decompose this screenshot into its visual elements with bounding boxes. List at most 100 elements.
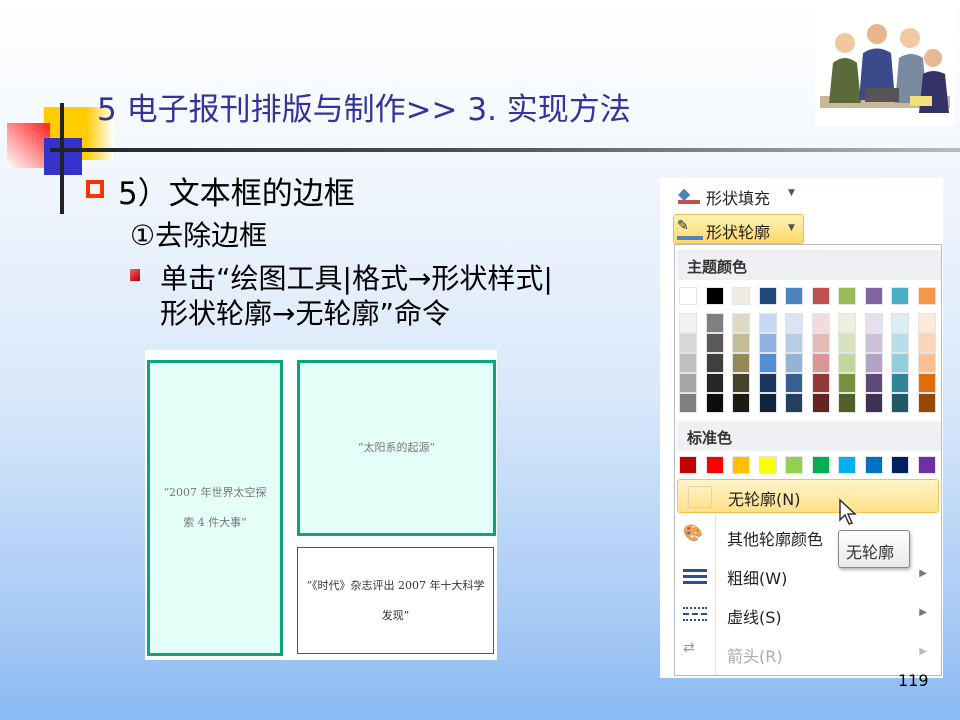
theme-shade-swatch[interactable] [917,353,936,373]
theme-shade-swatch[interactable] [838,353,856,373]
theme-shade-swatch[interactable] [758,333,777,353]
theme-shade-swatch[interactable] [917,393,936,413]
theme-shade-swatch[interactable] [917,333,936,353]
theme-shade-swatch[interactable] [705,393,724,413]
standard-color-swatch[interactable] [838,456,856,474]
standard-color-swatch[interactable] [758,456,777,474]
theme-shade-swatch[interactable] [811,353,830,373]
palette-icon: 🎨 [683,523,703,542]
shape-outline-menu-screenshot: ◆ 形状填充 ▼ ✎ 形状轮廓 ▼ 主题颜色 标准色 无轮廓(N) 🎨 其他轮廓… [660,178,943,678]
theme-shade-swatch[interactable] [811,313,830,333]
empty-swatch-icon [688,486,712,508]
standard-color-swatch[interactable] [679,456,697,474]
theme-shade-swatch[interactable] [811,333,830,353]
theme-color-swatch[interactable] [732,287,750,305]
mouse-cursor-icon [839,498,857,525]
decor-vertical-line [60,103,64,214]
menu-item-no-outline[interactable]: 无轮廓(N) [677,479,939,513]
standard-color-swatch[interactable] [785,456,803,474]
theme-shade-swatch[interactable] [891,353,909,373]
menu-item-dashes[interactable]: 虚线(S) ▶ [675,595,941,633]
theme-color-swatch[interactable] [917,287,936,305]
slide-title: 5 电子报刊排版与制作>> 3. 实现方法 [97,92,631,128]
theme-shade-swatch[interactable] [785,393,803,413]
theme-shade-swatch[interactable] [705,353,724,373]
theme-shade-swatch[interactable] [679,313,697,333]
example-textboxes-image: “2007 年世界太空探索 4 件大事” “太阳系的起源” “《时代》杂志评出 … [145,350,497,660]
theme-color-swatch[interactable] [838,287,856,305]
theme-shade-swatch[interactable] [679,353,697,373]
theme-shade-swatch[interactable] [838,333,856,353]
dropdown-arrow-icon: ▼ [788,223,795,233]
theme-shade-swatch[interactable] [705,373,724,393]
theme-color-swatch[interactable] [705,287,724,305]
theme-shade-swatch[interactable] [811,393,830,413]
dash-style-icon [683,605,707,623]
theme-shade-swatch[interactable] [758,373,777,393]
theme-shade-swatch[interactable] [758,313,777,333]
title-divider [50,148,960,152]
theme-shade-swatch[interactable] [891,313,909,333]
theme-shade-swatch[interactable] [732,313,750,333]
theme-shade-swatch[interactable] [732,373,750,393]
standard-color-swatch[interactable] [811,456,830,474]
theme-colors-header: 主题颜色 [677,250,941,280]
menu-item-label: 箭头(R) [727,647,783,666]
theme-shade-swatch[interactable] [679,393,697,413]
theme-shade-swatch[interactable] [785,353,803,373]
theme-shade-swatch[interactable] [705,313,724,333]
shape-outline-button[interactable]: ✎ 形状轮廓 ▼ [673,214,804,244]
theme-shade-swatch[interactable] [917,313,936,333]
theme-shade-swatch[interactable] [838,373,856,393]
theme-shade-swatch[interactable] [785,373,803,393]
theme-shade-swatch[interactable] [838,313,856,333]
menu-item-arrows[interactable]: ⇄ 箭头(R) ▶ [675,634,941,672]
theme-color-swatch[interactable] [758,287,777,305]
submenu-arrow-icon: ▶ [919,568,927,579]
theme-shade-swatch[interactable] [864,373,883,393]
paint-bucket-icon: ◆ [678,184,700,204]
theme-shade-swatch[interactable] [891,393,909,413]
theme-shade-swatch[interactable] [679,373,697,393]
theme-shade-swatch[interactable] [732,393,750,413]
standard-color-swatch[interactable] [891,456,909,474]
theme-color-swatch[interactable] [785,287,803,305]
theme-shade-swatch[interactable] [785,313,803,333]
shape-fill-label: 形状填充 [706,189,771,208]
theme-shade-swatch[interactable] [864,333,883,353]
theme-color-swatch[interactable] [811,287,830,305]
business-people-clipart-icon [815,8,955,126]
outline-dropdown: 主题颜色 标准色 无轮廓(N) 🎨 其他轮廓颜色 粗细(W) ▶ 虚线(S) ▶… [674,244,942,676]
standard-color-swatch[interactable] [917,456,936,474]
theme-shade-swatch[interactable] [705,333,724,353]
theme-shade-swatch[interactable] [785,333,803,353]
standard-color-swatch[interactable] [705,456,724,474]
theme-shade-swatch[interactable] [864,393,883,413]
theme-shade-swatch[interactable] [891,373,909,393]
bullet-square-icon [86,180,104,198]
theme-shade-swatch[interactable] [679,333,697,353]
theme-shade-swatch[interactable] [917,373,936,393]
standard-colors-header: 标准色 [677,421,941,451]
tooltip: 无轮廓 [838,530,910,568]
theme-shade-swatch[interactable] [758,393,777,413]
theme-shade-swatch[interactable] [864,353,883,373]
standard-color-swatch[interactable] [732,456,750,474]
theme-color-swatch[interactable] [891,287,909,305]
theme-shade-swatch[interactable] [758,353,777,373]
standard-color-swatch[interactable] [864,456,883,474]
theme-shade-swatch[interactable] [811,373,830,393]
theme-shade-swatch[interactable] [891,333,909,353]
section-heading: 5）文本框的边框 [118,176,355,212]
theme-shade-swatch[interactable] [838,393,856,413]
theme-color-swatch[interactable] [679,287,697,305]
menu-item-label: 无轮廓(N) [728,490,801,509]
theme-shade-swatch[interactable] [864,313,883,333]
textbox-time-magazine: “《时代》杂志评出 2007 年十大科学发现” [297,547,494,654]
theme-shade-swatch[interactable] [732,333,750,353]
sub-heading: ①去除边框 [130,219,268,252]
theme-color-swatch[interactable] [864,287,883,305]
theme-shade-swatch[interactable] [732,353,750,373]
shape-fill-button[interactable]: ◆ 形状填充 ▼ [676,182,806,208]
instruction-line-2: 形状轮廓→无轮廓”命令 [160,297,450,330]
